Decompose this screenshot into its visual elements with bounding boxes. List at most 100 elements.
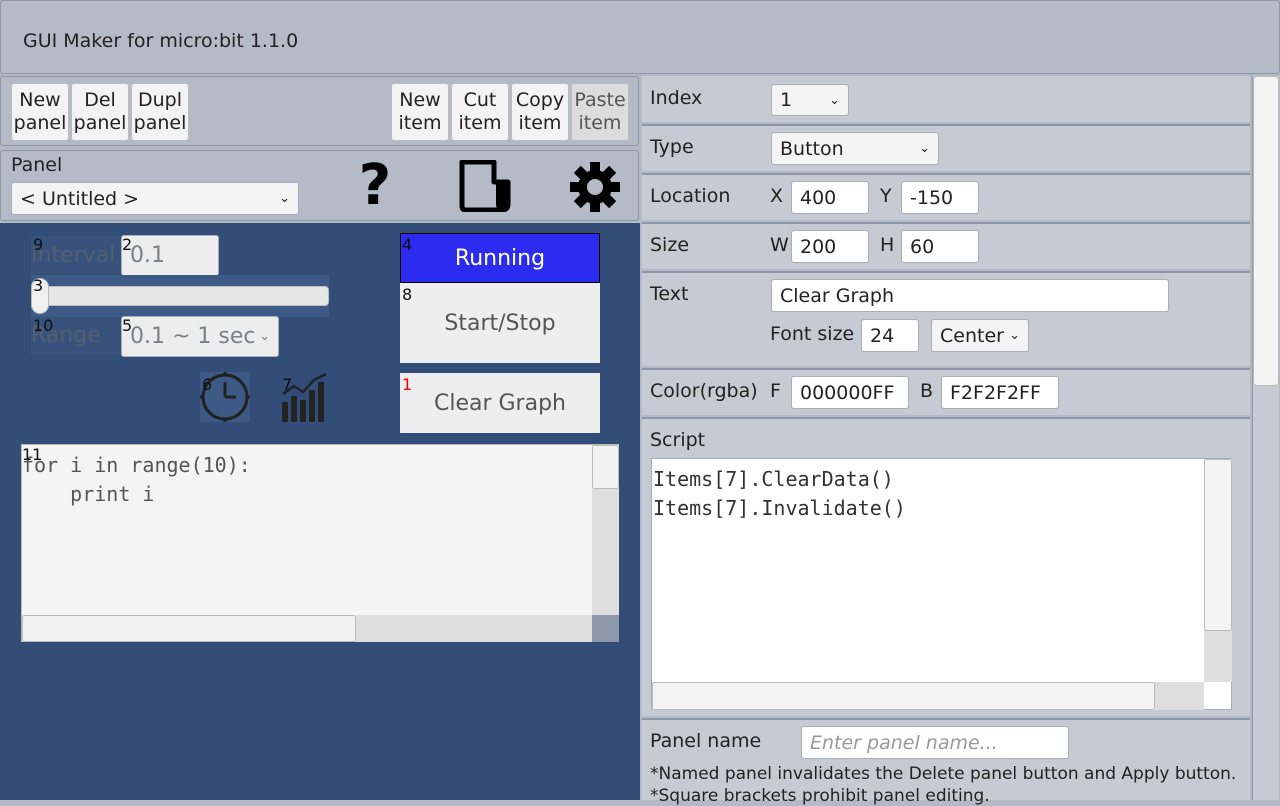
panelname-placeholder: Enter panel name... [810, 731, 998, 754]
item-badge-10: 10 [33, 316, 54, 335]
paste-item-button[interactable]: Paste item [571, 83, 629, 141]
app-title: GUI Maker for micro:bit 1.1.0 [23, 30, 299, 52]
cut-item-button[interactable]: Cut item [451, 83, 509, 141]
clear-graph-label: Clear Graph [433, 390, 566, 416]
x-value: 400 [800, 186, 837, 209]
dupl-panel-button[interactable]: Dupl panel [131, 83, 189, 141]
type-label: Type [650, 136, 694, 158]
item-badge-7: 7 [282, 375, 293, 394]
item-badge-1: 1 [402, 375, 413, 394]
copy-item-button[interactable]: Copy item [511, 83, 569, 141]
y-input[interactable]: -150 [901, 181, 979, 214]
fore-color-value: 000000FF [800, 381, 895, 404]
w-input[interactable]: 200 [791, 230, 869, 263]
range-select-value: 0.1 ~ 1 sec [130, 324, 256, 349]
h-value: 60 [910, 235, 935, 258]
item-badge-2: 2 [122, 235, 133, 254]
gear-icon[interactable] [568, 160, 622, 214]
script-line-1: Items[7].ClearData() [653, 467, 894, 491]
start-stop-label: Start/Stop [444, 310, 556, 336]
slider-track [31, 286, 329, 306]
scroll-corner [592, 615, 619, 642]
y-label: Y [880, 185, 892, 207]
panelname-note-1: *Named panel invalidates the Delete pane… [650, 764, 1237, 784]
x-label: X [770, 185, 784, 207]
fontsize-label: Font size [770, 323, 855, 345]
type-select[interactable]: Button ⌄ [771, 132, 939, 165]
h-input[interactable]: 60 [901, 230, 979, 263]
new-item-button[interactable]: New item [391, 83, 449, 141]
index-row [642, 76, 1250, 122]
script-label: Script [650, 429, 706, 451]
align-select[interactable]: Center ⌄ [931, 319, 1029, 352]
y-value: -150 [910, 186, 954, 209]
fore-color-input[interactable]: 000000FF [791, 376, 909, 409]
item-badge-8: 8 [402, 285, 413, 304]
fontsize-value: 24 [870, 324, 895, 347]
script-editor[interactable]: Items[7].ClearData() Items[7].Invalidate… [651, 458, 1232, 710]
range-select[interactable]: 0.1 ~ 1 sec ⌄ [121, 316, 279, 357]
panelname-input[interactable]: Enter panel name... [801, 726, 1069, 759]
chevron-down-icon: ⌄ [259, 329, 270, 344]
text-input[interactable]: Clear Graph [771, 279, 1169, 312]
canvas-script-area[interactable]: for i in range(10): print i [21, 444, 619, 642]
w-value: 200 [800, 235, 837, 258]
script-line-2: Items[7].Invalidate() [653, 496, 906, 520]
start-stop-button[interactable]: Start/Stop [400, 283, 600, 363]
clear-graph-button[interactable]: Clear Graph [400, 373, 600, 433]
interval-value: 0.1 [130, 243, 165, 268]
del-panel-button[interactable]: Del panel [71, 83, 129, 141]
item-badge-6: 6 [202, 375, 213, 394]
interval-label-item[interactable]: Interval [31, 236, 121, 274]
running-label: Running [454, 245, 546, 271]
align-select-value: Center [940, 324, 1004, 347]
hscroll-thumb[interactable] [652, 682, 1155, 710]
type-select-value: Button [780, 137, 844, 160]
index-label: Index [650, 87, 703, 109]
interval-slider[interactable] [31, 275, 329, 317]
type-row [642, 124, 1250, 171]
color-label: Color(rgba) [650, 380, 758, 402]
script-vscroll[interactable] [1204, 459, 1232, 682]
new-panel-button[interactable]: New panel [11, 83, 69, 141]
canvas-script-vscroll[interactable] [592, 445, 619, 615]
location-label: Location [650, 185, 731, 207]
question-icon[interactable]: ? [350, 158, 400, 214]
fontsize-input[interactable]: 24 [861, 319, 919, 352]
document-icon[interactable] [458, 159, 512, 213]
index-select[interactable]: 1 ⌄ [771, 84, 849, 116]
size-label: Size [650, 234, 690, 256]
item-badge-3: 3 [33, 276, 44, 295]
item-badge-5: 5 [122, 316, 133, 335]
interval-label: Interval [31, 243, 116, 268]
script-hscroll[interactable] [652, 682, 1204, 710]
canvas-script-line-2: print i [22, 482, 155, 506]
text-value: Clear Graph [780, 284, 895, 307]
canvas-script-hscroll[interactable] [22, 615, 592, 642]
chevron-down-icon: ⌄ [1009, 328, 1020, 343]
x-input[interactable]: 400 [791, 181, 869, 214]
index-select-value: 1 [780, 89, 793, 111]
item-badge-9: 9 [33, 235, 44, 254]
hscroll-thumb[interactable] [22, 615, 356, 642]
chevron-down-icon: ⌄ [919, 141, 930, 156]
running-button[interactable]: Running [400, 233, 600, 283]
back-color-input[interactable]: F2F2F2FF [941, 376, 1059, 409]
vscroll-thumb[interactable] [1204, 459, 1232, 631]
f-label: F [770, 380, 781, 402]
item-badge-4: 4 [402, 235, 413, 254]
interval-input[interactable]: 0.1 [121, 235, 219, 276]
h-label: H [880, 234, 895, 256]
back-color-value: F2F2F2FF [950, 381, 1041, 404]
b-label: B [920, 380, 934, 402]
item-badge-11: 11 [22, 445, 43, 464]
panel-select[interactable]: < Untitled > ⌄ [11, 182, 299, 215]
vscroll-thumb[interactable] [592, 445, 619, 489]
chevron-down-icon: ⌄ [829, 92, 840, 108]
panelname-note-2: *Square brackets prohibit panel editing. [650, 786, 990, 806]
panel-select-value: < Untitled > [20, 187, 140, 210]
panelname-label: Panel name [650, 730, 762, 752]
canvas-script-line-1: for i in range(10): [22, 453, 251, 477]
property-vscroll[interactable] [1252, 76, 1279, 800]
vscroll-thumb[interactable] [1253, 76, 1279, 386]
